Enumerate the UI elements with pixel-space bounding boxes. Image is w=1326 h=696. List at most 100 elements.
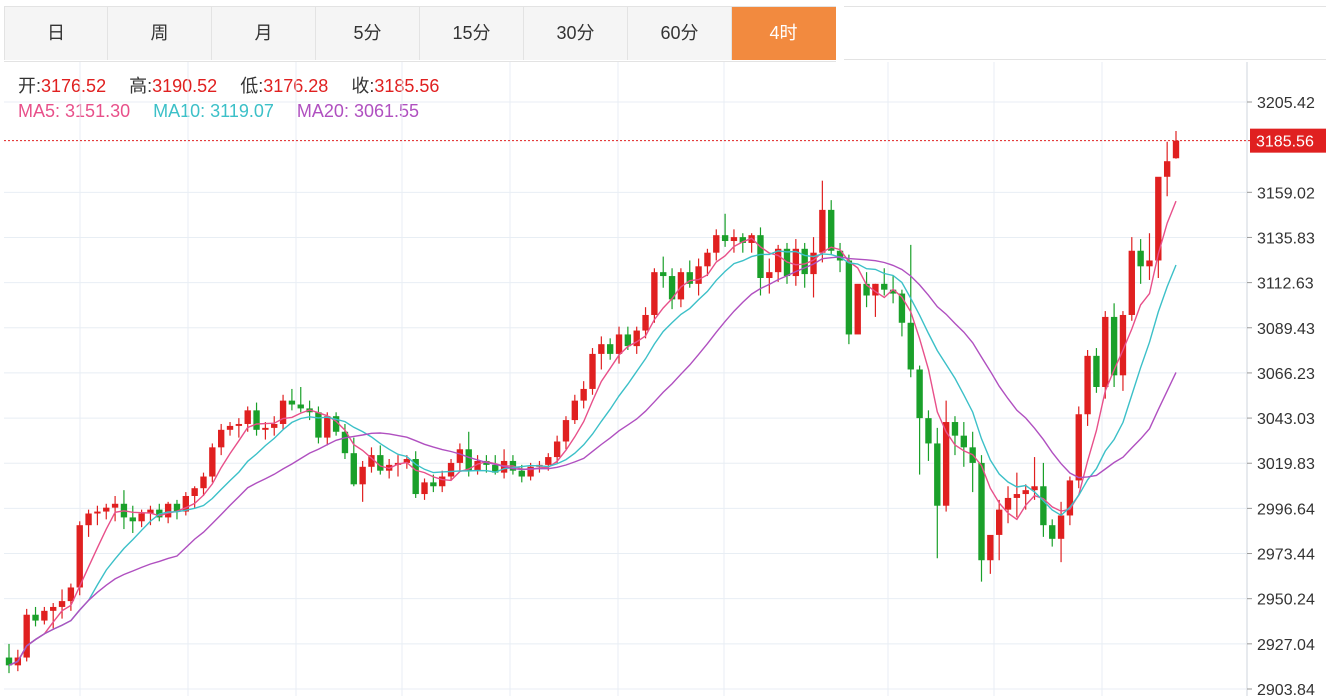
tab-4[interactable]: 15分 bbox=[420, 7, 524, 60]
y-tick-label-5: 3066.23 bbox=[1257, 366, 1315, 383]
candle-body-65 bbox=[580, 388, 587, 401]
candle-body-118 bbox=[1049, 525, 1056, 539]
candle-body-68 bbox=[606, 344, 614, 354]
candle-body-73 bbox=[651, 272, 658, 315]
candle-body-5 bbox=[50, 606, 57, 611]
tab-6[interactable]: 60分 bbox=[628, 7, 732, 60]
candle-body-47 bbox=[421, 482, 428, 495]
candle-body-63 bbox=[562, 420, 570, 442]
y-tick-label-11: 2927.04 bbox=[1257, 637, 1315, 654]
candle-body-29 bbox=[262, 427, 269, 430]
candle-body-66 bbox=[589, 353, 596, 389]
y-tick-label-7: 3019.83 bbox=[1257, 456, 1315, 473]
candle-body-30 bbox=[271, 423, 278, 428]
candle-body-28 bbox=[253, 410, 260, 430]
candle-body-79 bbox=[704, 252, 711, 267]
candle-body-8 bbox=[76, 525, 83, 588]
candle-body-3 bbox=[32, 614, 39, 621]
candle-body-121 bbox=[1075, 414, 1082, 481]
candle-body-122 bbox=[1084, 355, 1091, 415]
candle-body-93 bbox=[828, 209, 835, 251]
candle-body-36 bbox=[324, 416, 331, 438]
last-price-value: 3185.56 bbox=[1256, 134, 1314, 151]
candle-body-25 bbox=[226, 425, 234, 430]
candle-body-111 bbox=[987, 534, 994, 561]
tab-0[interactable]: 日 bbox=[4, 7, 108, 60]
candle-body-10 bbox=[94, 511, 101, 514]
candle-body-64 bbox=[571, 400, 579, 421]
candle-body-114 bbox=[1013, 494, 1021, 498]
candle-body-132 bbox=[1172, 140, 1180, 159]
candle-body-18 bbox=[164, 503, 172, 518]
candle-body-107 bbox=[951, 422, 959, 436]
tab-5[interactable]: 30分 bbox=[524, 7, 628, 60]
candle-body-112 bbox=[995, 509, 1003, 535]
candle-body-33 bbox=[297, 404, 304, 409]
y-tick-label-12: 2903.84 bbox=[1257, 682, 1315, 696]
candle-body-85 bbox=[757, 235, 764, 278]
candle-body-67 bbox=[598, 344, 605, 354]
candle-body-117 bbox=[1040, 486, 1047, 526]
candle-body-113 bbox=[1004, 497, 1012, 510]
candle-body-24 bbox=[217, 429, 225, 448]
candle-body-4 bbox=[41, 610, 48, 621]
candle-body-27 bbox=[244, 410, 251, 424]
candle-body-80 bbox=[713, 235, 720, 253]
candle-body-23 bbox=[209, 447, 216, 477]
candle-body-26 bbox=[235, 423, 243, 426]
tabs-bar-filler bbox=[844, 6, 1326, 60]
y-tick-label-2: 3135.83 bbox=[1257, 230, 1315, 247]
candle-body-62 bbox=[553, 441, 561, 458]
tab-3[interactable]: 5分 bbox=[316, 7, 420, 60]
candle-body-127 bbox=[1128, 250, 1135, 315]
candle-body-40 bbox=[359, 466, 366, 485]
tab-1[interactable]: 周 bbox=[108, 7, 212, 60]
candle-body-115 bbox=[1022, 490, 1029, 495]
tab-7[interactable]: 4时 bbox=[732, 7, 836, 60]
y-tick-label-3: 3112.63 bbox=[1257, 276, 1314, 293]
candle-body-102 bbox=[907, 322, 914, 370]
timeframe-tabs: 日周月 5分 15分 30分 60分 4时 bbox=[4, 6, 836, 62]
candle-body-103 bbox=[916, 369, 923, 419]
candle-body-124 bbox=[1102, 316, 1109, 387]
candle-body-119 bbox=[1057, 515, 1065, 539]
tab-2[interactable]: 月 bbox=[212, 7, 316, 60]
candle-body-61 bbox=[545, 457, 552, 465]
candle-body-128 bbox=[1137, 250, 1144, 267]
candle-body-72 bbox=[642, 314, 649, 331]
candle-body-48 bbox=[430, 482, 437, 487]
candle-body-50 bbox=[447, 462, 455, 477]
y-tick-label-8: 2996.64 bbox=[1257, 501, 1315, 518]
candle-body-108 bbox=[960, 435, 968, 448]
candle-body-6 bbox=[58, 601, 66, 607]
candle-body-58 bbox=[518, 470, 525, 477]
y-tick-label-1: 3159.02 bbox=[1257, 185, 1315, 202]
candle-body-95 bbox=[845, 260, 853, 335]
candle-body-86 bbox=[766, 272, 773, 278]
candle-body-15 bbox=[138, 513, 145, 522]
candle-body-71 bbox=[633, 330, 640, 347]
candle-body-14 bbox=[129, 517, 136, 522]
candle-body-39 bbox=[350, 453, 357, 485]
candle-body-70 bbox=[624, 334, 632, 347]
candle-body-105 bbox=[934, 443, 941, 506]
candle-body-49 bbox=[439, 476, 446, 487]
candle-body-96 bbox=[854, 283, 861, 335]
candle-body-32 bbox=[288, 400, 296, 405]
candle-body-9 bbox=[85, 513, 92, 526]
y-tick-label-4: 3089.43 bbox=[1257, 321, 1315, 338]
candle-body-104 bbox=[925, 418, 932, 444]
candle-body-92 bbox=[819, 209, 826, 253]
y-tick-label-9: 2973.44 bbox=[1257, 547, 1315, 564]
candle-body-78 bbox=[695, 266, 702, 284]
candle-body-99 bbox=[881, 283, 888, 290]
candle-body-131 bbox=[1163, 161, 1171, 177]
candle-body-82 bbox=[730, 237, 738, 242]
y-tick-label-6: 3043.03 bbox=[1257, 411, 1315, 428]
y-tick-label-10: 2950.24 bbox=[1257, 592, 1315, 609]
candle-body-51 bbox=[456, 449, 464, 463]
candle-body-35 bbox=[315, 412, 322, 438]
candle-body-11 bbox=[103, 507, 110, 512]
candlestick-chart[interactable]: 3185.56 3205.42 3159.02 3135.83 3112.63 3089.… bbox=[0, 62, 1326, 696]
candle-body-12 bbox=[111, 503, 119, 508]
